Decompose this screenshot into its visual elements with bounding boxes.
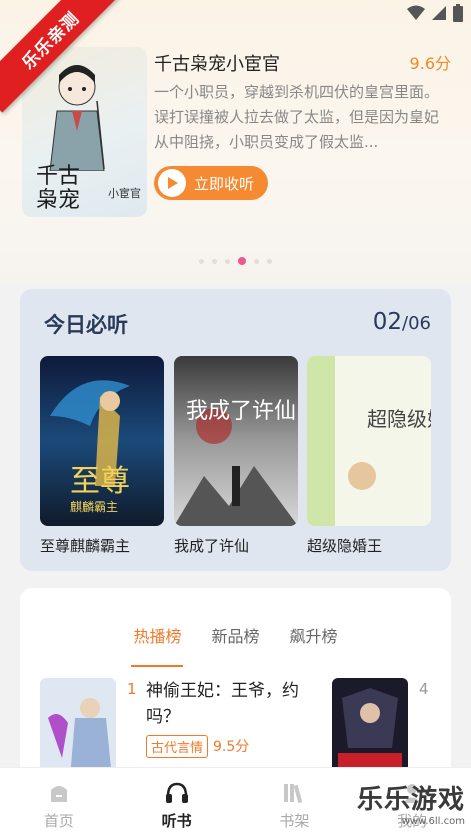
nav-listen[interactable]: 听书 [118, 768, 236, 837]
page-total: /06 [402, 313, 431, 334]
cover-title-text: 千古枭宠 [36, 164, 81, 213]
daily-book-name: 至尊麒麟霸主 [40, 537, 131, 555]
rank-book-title[interactable]: 神偷王妃：王爷，约吗？ [146, 678, 316, 730]
wifi-icon [407, 5, 425, 20]
book-cover-text: 超隐级婚王 [367, 407, 431, 431]
daily-book-cover[interactable]: 超隐级婚王 [307, 356, 431, 526]
featured-book-title[interactable]: 千古枭宠小宦官 [154, 50, 280, 76]
daily-book-cover[interactable]: 我成了许仙 [174, 356, 298, 526]
daily-book-item[interactable]: 超隐级婚王 超级隐婚王 [307, 356, 431, 556]
carousel-dot[interactable] [212, 258, 217, 264]
carousel-indicator [0, 257, 471, 265]
carousel-dot[interactable] [267, 258, 272, 264]
tab-new[interactable]: 新品榜 [211, 623, 259, 667]
bookshelf-icon [284, 784, 303, 804]
featured-book-description: 一个小职员，穿越到杀机四伏的皇宫里面。误打误撞被人拉去做了太监，但是因为皇妃从中… [154, 83, 440, 151]
listen-now-label: 立即收听 [194, 174, 255, 193]
daily-picks-card: 今日必听 02/06 至尊 麒麟霸主 至尊麒麟霸主 我成了许仙 我成了许仙 超隐… [20, 289, 451, 571]
play-icon [158, 169, 186, 197]
book-cover-text: 至尊 [70, 464, 130, 499]
watermark-url: www.6ll.com [401, 816, 465, 827]
headphones-icon [165, 782, 188, 803]
status-bar [407, 4, 463, 22]
nav-listen-label: 听书 [161, 812, 192, 830]
carousel-dot-active[interactable] [238, 257, 246, 265]
home-icon [50, 786, 67, 802]
tab-rising[interactable]: 飙升榜 [290, 623, 338, 667]
daily-book-item[interactable]: 至尊 麒麟霸主 至尊麒麟霸主 [40, 356, 164, 556]
rank-book-tag: 古代言情 [146, 735, 209, 758]
rank-book-cover[interactable] [40, 678, 116, 778]
signal-icon [432, 6, 446, 20]
watermark-text: 乐乐游戏 [356, 785, 465, 815]
tab-hot[interactable]: 热播榜 [131, 623, 184, 667]
carousel-dot[interactable] [225, 258, 230, 264]
rank-number: 4 [419, 680, 429, 698]
page-current: 02 [372, 309, 403, 335]
daily-book-name: 我成了许仙 [174, 537, 250, 555]
book-cover-subtext: 麒麟霸主 [70, 499, 118, 514]
site-watermark: 乐乐游戏 www.6ll.com [357, 779, 465, 827]
nav-home-label: 首页 [43, 812, 74, 830]
battery-icon [453, 4, 463, 22]
cover-subtitle-text: 小宦官 [108, 187, 141, 200]
book-cover-text: 我成了许仙 [186, 399, 296, 424]
carousel-dot[interactable] [199, 258, 204, 264]
nav-bookshelf-label: 书架 [279, 812, 310, 830]
daily-picks-title: 今日必听 [44, 312, 128, 337]
daily-book-name: 超级隐婚王 [307, 537, 383, 555]
ranking-tabs: 热播榜 新品榜 飙升榜 [20, 623, 451, 667]
listen-now-button[interactable]: 立即收听 [154, 166, 268, 200]
rank-book-cover[interactable] [332, 678, 408, 778]
daily-book-cover[interactable]: 至尊 麒麟霸主 [40, 356, 164, 526]
nav-home[interactable]: 首页 [0, 768, 118, 837]
rank-book-score: 9.5分 [213, 739, 250, 755]
nav-bookshelf[interactable]: 书架 [236, 768, 354, 837]
daily-book-item[interactable]: 我成了许仙 我成了许仙 [174, 356, 298, 556]
featured-book-score: 9.6分 [409, 54, 451, 73]
rank-number: 1 [127, 680, 137, 698]
daily-page-indicator: 02/06 [373, 309, 431, 335]
carousel-dot[interactable] [254, 258, 259, 264]
cover-character-illustration [49, 65, 105, 171]
